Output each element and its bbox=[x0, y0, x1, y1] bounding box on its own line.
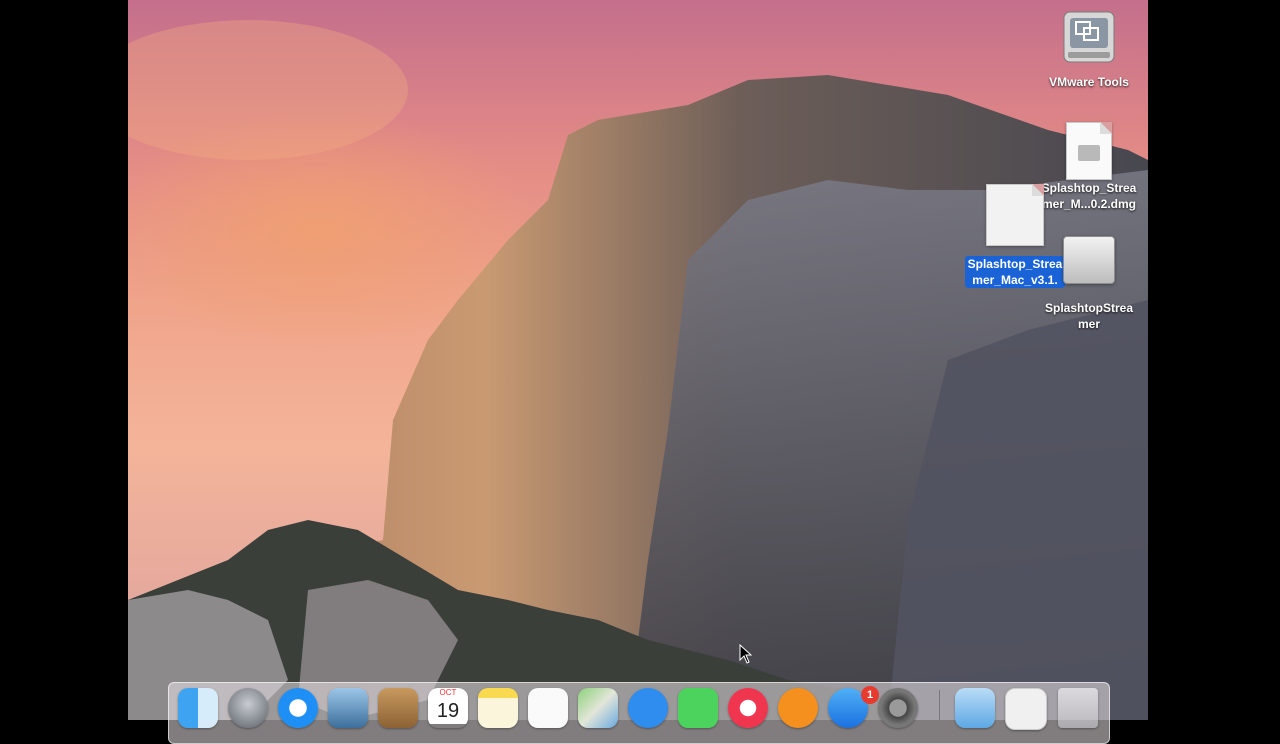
itunes-icon[interactable] bbox=[728, 688, 768, 728]
system-preferences-icon[interactable] bbox=[878, 688, 918, 728]
facetime-icon[interactable] bbox=[678, 688, 718, 728]
finder-icon[interactable] bbox=[178, 688, 218, 728]
app-store-badge: 1 bbox=[861, 686, 879, 704]
calendar-month: OCT bbox=[428, 688, 468, 698]
ibooks-icon[interactable] bbox=[778, 688, 818, 728]
splashtop-volume-label: SplashtopStrea mer bbox=[1044, 301, 1134, 331]
calendar-day: 19 bbox=[428, 698, 468, 724]
notes-icon[interactable] bbox=[478, 688, 518, 728]
dmg-file-icon bbox=[1066, 122, 1112, 180]
vmware-tools-label: VMware Tools bbox=[1049, 75, 1129, 89]
maps-icon[interactable] bbox=[578, 688, 618, 728]
mouse-cursor-icon bbox=[739, 644, 753, 664]
safari-icon[interactable] bbox=[278, 688, 318, 728]
trash-icon[interactable] bbox=[1058, 688, 1098, 728]
messages-icon[interactable] bbox=[628, 688, 668, 728]
desktop-screen: VMware Tools Splashtop_Strea mer_M...0.2… bbox=[128, 0, 1148, 720]
splashtop-volume-icon-group[interactable]: SplashtopStrea mer bbox=[1034, 236, 1144, 333]
documents-stack-icon[interactable] bbox=[1005, 688, 1047, 730]
launchpad-icon[interactable] bbox=[228, 688, 268, 728]
vmware-disc-icon bbox=[1063, 11, 1115, 63]
wallpaper bbox=[128, 20, 1148, 720]
reminders-icon[interactable] bbox=[528, 688, 568, 728]
vmware-tools-icon-group[interactable]: VMware Tools bbox=[1034, 10, 1144, 91]
contacts-icon[interactable] bbox=[378, 688, 418, 728]
downloads-folder-icon[interactable] bbox=[955, 688, 995, 728]
dock-separator bbox=[939, 690, 940, 720]
drive-icon bbox=[1063, 236, 1115, 284]
calendar-icon[interactable]: OCT 19 bbox=[428, 688, 468, 728]
mail-icon[interactable] bbox=[328, 688, 368, 728]
